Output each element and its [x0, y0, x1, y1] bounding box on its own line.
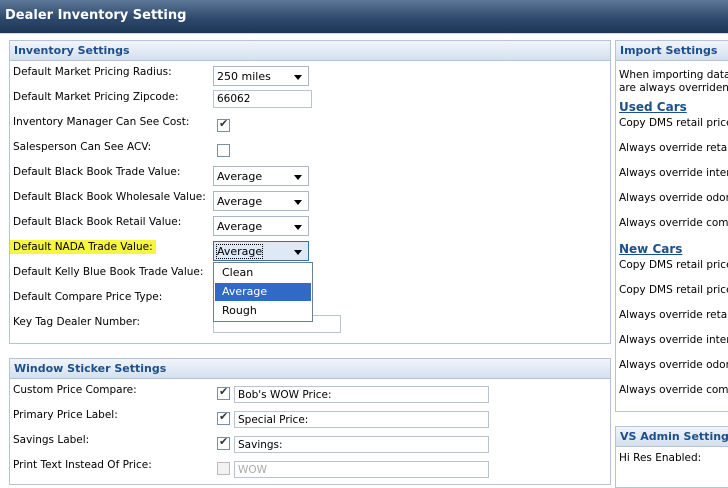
bb-trade-value: Average — [217, 170, 263, 183]
compare-label: Default Compare Price Type: — [13, 291, 163, 303]
hires-label: Hi Res Enabled: — [619, 452, 702, 464]
kbb-label: Default Kelly Blue Book Trade Value: — [13, 266, 204, 278]
window-title: Dealer Inventory Setting — [5, 8, 187, 23]
vs-admin-header: VS Admin Settings — [616, 427, 728, 447]
primary-price-value: Special Price: — [238, 414, 309, 426]
bb-trade-label: Default Black Book Trade Value: — [13, 166, 181, 178]
dropdown-option-clean[interactable]: Clean — [215, 264, 311, 282]
vs-admin-title: VS Admin Settings — [620, 430, 728, 443]
checkmark-icon: ✔ — [219, 435, 229, 448]
import-settings-header: Import Settings — [616, 41, 728, 61]
primary-price-input[interactable]: Special Price: — [234, 411, 489, 428]
used-setting-4: Always override odom — [619, 192, 728, 204]
used-setting-2: Always override retail — [619, 142, 728, 154]
bb-retail-label: Default Black Book Retail Value: — [13, 216, 182, 228]
new-setting-5: Always override odom — [619, 359, 728, 371]
new-setting-6: Always override comn — [619, 384, 728, 396]
chevron-down-icon — [294, 200, 302, 205]
custom-compare-label: Custom Price Compare: — [13, 384, 137, 396]
new-setting-2: Copy DMS retail price t — [619, 284, 728, 296]
zip-value: 66062 — [217, 93, 251, 105]
used-setting-5: Always override comn — [619, 217, 728, 229]
custom-compare-input[interactable]: Bob's WOW Price: — [234, 386, 489, 403]
print-text-label: Print Text Instead Of Price: — [13, 459, 152, 471]
import-settings-title: Import Settings — [620, 44, 718, 57]
zip-input[interactable]: 66062 — [213, 90, 312, 108]
inventory-settings-title: Inventory Settings — [14, 44, 130, 57]
window-sticker-header: Window Sticker Settings — [10, 359, 610, 379]
savings-label: Savings Label: — [13, 434, 90, 446]
radius-label: Default Market Pricing Radius: — [13, 66, 172, 78]
new-setting-3: Always override retail — [619, 309, 728, 321]
mgr-cost-label: Inventory Manager Can See Cost: — [13, 116, 190, 128]
custom-compare-value: Bob's WOW Price: — [238, 389, 332, 401]
nada-label: Default NADA Trade Value: — [10, 240, 156, 254]
checkmark-icon: ✔ — [219, 410, 229, 423]
new-setting-4: Always override interr — [619, 334, 728, 346]
option-label: Clean — [222, 266, 254, 279]
import-intro-line1: When importing data fr — [619, 69, 728, 81]
new-setting-1: Copy DMS retail price t — [619, 259, 728, 271]
import-intro-line2: are always overriden l — [619, 82, 728, 94]
option-label: Average — [222, 285, 268, 298]
keytag-label: Key Tag Dealer Number: — [13, 316, 141, 328]
chevron-down-icon — [294, 175, 302, 180]
window-titlebar: Dealer Inventory Setting — [0, 0, 728, 34]
print-text-input[interactable]: WOW — [234, 461, 489, 478]
chevron-down-icon — [294, 75, 302, 80]
used-cars-link[interactable]: Used Cars — [619, 100, 687, 114]
nada-select[interactable]: Average — [213, 241, 309, 261]
chevron-down-icon — [294, 250, 302, 255]
acv-checkbox[interactable] — [217, 144, 230, 157]
dropdown-option-rough[interactable]: Rough — [215, 302, 311, 320]
primary-price-checkbox[interactable]: ✔ — [217, 410, 230, 425]
bb-trade-select[interactable]: Average — [213, 166, 309, 186]
bb-retail-value: Average — [217, 220, 263, 233]
bb-wholesale-label: Default Black Book Wholesale Value: — [13, 191, 206, 203]
bb-retail-select[interactable]: Average — [213, 216, 309, 236]
acv-label: Salesperson Can See ACV: — [13, 141, 152, 153]
checkmark-icon: ✔ — [219, 385, 229, 398]
nada-dropdown-list: Clean Average Rough — [213, 262, 313, 322]
bb-wholesale-select[interactable]: Average — [213, 191, 309, 211]
custom-compare-checkbox[interactable]: ✔ — [217, 385, 230, 400]
primary-price-label: Primary Price Label: — [13, 409, 118, 421]
used-setting-3: Always override interr — [619, 167, 728, 179]
print-text-value: WOW — [238, 464, 268, 476]
nada-value: Average — [215, 244, 264, 259]
inventory-settings-header: Inventory Settings — [10, 41, 610, 61]
savings-value: Savings: — [238, 439, 283, 451]
savings-input[interactable]: Savings: — [234, 436, 489, 453]
used-setting-1: Copy DMS retail price t — [619, 117, 728, 129]
chevron-down-icon — [294, 225, 302, 230]
zip-label: Default Market Pricing Zipcode: — [13, 91, 179, 103]
savings-checkbox[interactable]: ✔ — [217, 435, 230, 450]
bb-wholesale-value: Average — [217, 195, 263, 208]
radius-value: 250 miles — [217, 70, 271, 83]
dropdown-option-average[interactable]: Average — [215, 283, 311, 301]
print-text-checkbox[interactable] — [217, 462, 230, 475]
mgr-cost-checkbox[interactable]: ✔ — [217, 117, 230, 132]
new-cars-link[interactable]: New Cars — [619, 242, 682, 256]
option-label: Rough — [222, 304, 257, 317]
radius-select[interactable]: 250 miles — [213, 66, 309, 86]
window-sticker-title: Window Sticker Settings — [14, 362, 167, 375]
checkmark-icon: ✔ — [219, 117, 229, 130]
